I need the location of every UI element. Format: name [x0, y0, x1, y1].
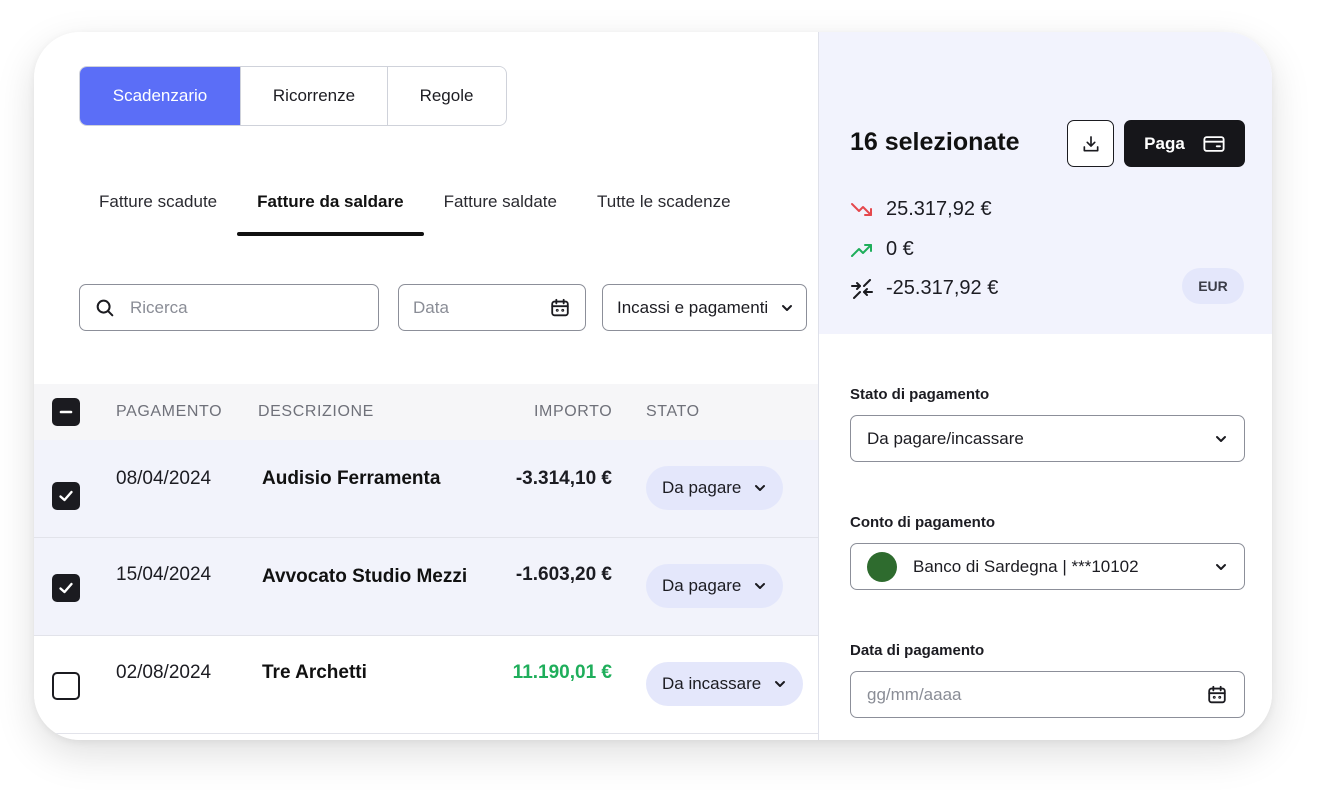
row-date: 02/08/2024	[116, 662, 212, 683]
status-field-label: Stato di pagamento	[850, 386, 990, 403]
row-description: Avvocato Studio Mezzi	[262, 566, 468, 587]
date-field-label: Data di pagamento	[850, 642, 985, 659]
calendar-icon	[1206, 684, 1228, 706]
chevron-down-icon	[753, 481, 767, 495]
row-amount: 11.190,01 €	[512, 662, 612, 683]
table-row[interactable]: 15/04/2024 Avvocato Studio Mezzi -1.603,…	[34, 538, 818, 636]
schedule-panel: Scadenzario Ricorrenze Regole Fatture sc…	[34, 32, 818, 740]
type-select[interactable]: Incassi e pagamenti	[602, 284, 807, 331]
net-amount: -25.317,92 €	[886, 277, 999, 299]
status-dropdown[interactable]: Da pagare	[646, 564, 784, 608]
incoming-total: 0 €	[850, 238, 914, 261]
pay-button-label: Paga	[1144, 133, 1185, 153]
outgoing-total: 25.317,92 €	[850, 198, 992, 221]
status-label: Da pagare	[662, 576, 742, 595]
account-display: Banco di Sardegna | ***10102	[867, 551, 1139, 582]
row-checkbox[interactable]	[52, 574, 80, 602]
selection-summary: 16 selezionate Paga 25.317,92 € 0 € -25.…	[819, 32, 1272, 334]
table-row[interactable]: 08/04/2024 Audisio Ferramenta -3.314,10 …	[34, 440, 818, 538]
payment-status-value: Da pagare/incassare	[867, 428, 1024, 448]
header-status[interactable]: STATO	[646, 384, 700, 440]
date-placeholder: Data	[413, 297, 449, 317]
payment-account-select[interactable]: Banco di Sardegna | ***10102	[850, 543, 1245, 590]
currency-badge[interactable]: EUR	[1182, 268, 1244, 304]
selection-panel: 16 selezionate Paga 25.317,92 € 0 € -25.…	[818, 32, 1272, 740]
download-icon	[1081, 134, 1101, 154]
row-description: Audisio Ferramenta	[262, 468, 441, 489]
tab-ricorrenze[interactable]: Ricorrenze	[241, 67, 388, 125]
tab-scadenzario[interactable]: Scadenzario	[80, 67, 241, 125]
tab-fatture-saldate[interactable]: Fatture saldate	[424, 182, 577, 234]
download-button[interactable]	[1067, 120, 1114, 167]
incoming-amount: 0 €	[886, 238, 914, 260]
date-filter[interactable]: Data	[398, 284, 586, 331]
status-label: Da pagare	[662, 478, 742, 497]
search-placeholder: Ricerca	[130, 297, 188, 317]
row-date: 08/04/2024	[116, 468, 212, 489]
chevron-down-icon	[780, 301, 794, 315]
status-dropdown[interactable]: Da pagare	[646, 466, 784, 510]
outgoing-amount: 25.317,92 €	[886, 198, 992, 220]
payment-status-select[interactable]: Da pagare/incassare	[850, 415, 1245, 462]
payment-account-value: Banco di Sardegna | ***10102	[913, 556, 1139, 576]
invoice-tabs: Fatture scadute Fatture da saldare Fattu…	[79, 182, 751, 236]
payment-date-input[interactable]: gg/mm/aaaa	[850, 671, 1245, 718]
trending-up-icon	[850, 240, 874, 260]
header-payment[interactable]: PAGAMENTO	[116, 384, 222, 440]
app-card: Scadenzario Ricorrenze Regole Fatture sc…	[34, 32, 1272, 740]
arrows-collapse-icon	[850, 278, 874, 299]
select-all-checkbox[interactable]	[52, 398, 80, 426]
header-amount[interactable]: IMPORTO	[534, 384, 612, 440]
chevron-down-icon	[773, 677, 787, 691]
bank-logo-dot	[867, 551, 897, 582]
table-row[interactable]: 02/08/2024 Tre Archetti 11.190,01 € Da i…	[34, 636, 818, 734]
table-header: PAGAMENTO DESCRIZIONE IMPORTO STATO	[34, 384, 818, 440]
chevron-down-icon	[753, 579, 767, 593]
header-description[interactable]: DESCRIZIONE	[258, 384, 374, 440]
chevron-down-icon	[1214, 432, 1228, 446]
payment-date-placeholder: gg/mm/aaaa	[867, 684, 962, 704]
row-checkbox[interactable]	[52, 482, 80, 510]
row-amount: -1.603,20 €	[515, 564, 612, 585]
tab-fatture-da-saldare[interactable]: Fatture da saldare	[237, 182, 425, 236]
trending-down-icon	[850, 200, 874, 220]
row-description: Tre Archetti	[262, 662, 367, 683]
search-icon	[94, 297, 116, 319]
row-checkbox[interactable]	[52, 672, 80, 700]
pay-button[interactable]: Paga	[1124, 120, 1245, 167]
tab-fatture-scadute[interactable]: Fatture scadute	[79, 182, 237, 234]
tab-tutte-le-scadenze[interactable]: Tutte le scadenze	[577, 182, 751, 234]
account-field-label: Conto di pagamento	[850, 514, 995, 531]
row-date: 15/04/2024	[116, 564, 212, 585]
selected-count: 16 selezionate	[850, 128, 1020, 156]
search-input[interactable]: Ricerca	[79, 284, 379, 331]
chevron-down-icon	[1214, 560, 1228, 574]
view-switcher: Scadenzario Ricorrenze Regole	[79, 66, 507, 126]
calendar-icon	[549, 297, 571, 319]
credit-card-icon	[1203, 135, 1225, 153]
row-amount: -3.314,10 €	[515, 468, 612, 489]
type-select-value: Incassi e pagamenti	[617, 297, 769, 317]
status-label: Da incassare	[662, 674, 762, 693]
status-dropdown[interactable]: Da incassare	[646, 662, 804, 706]
tab-regole[interactable]: Regole	[388, 67, 505, 125]
net-total: -25.317,92 €	[850, 277, 998, 300]
